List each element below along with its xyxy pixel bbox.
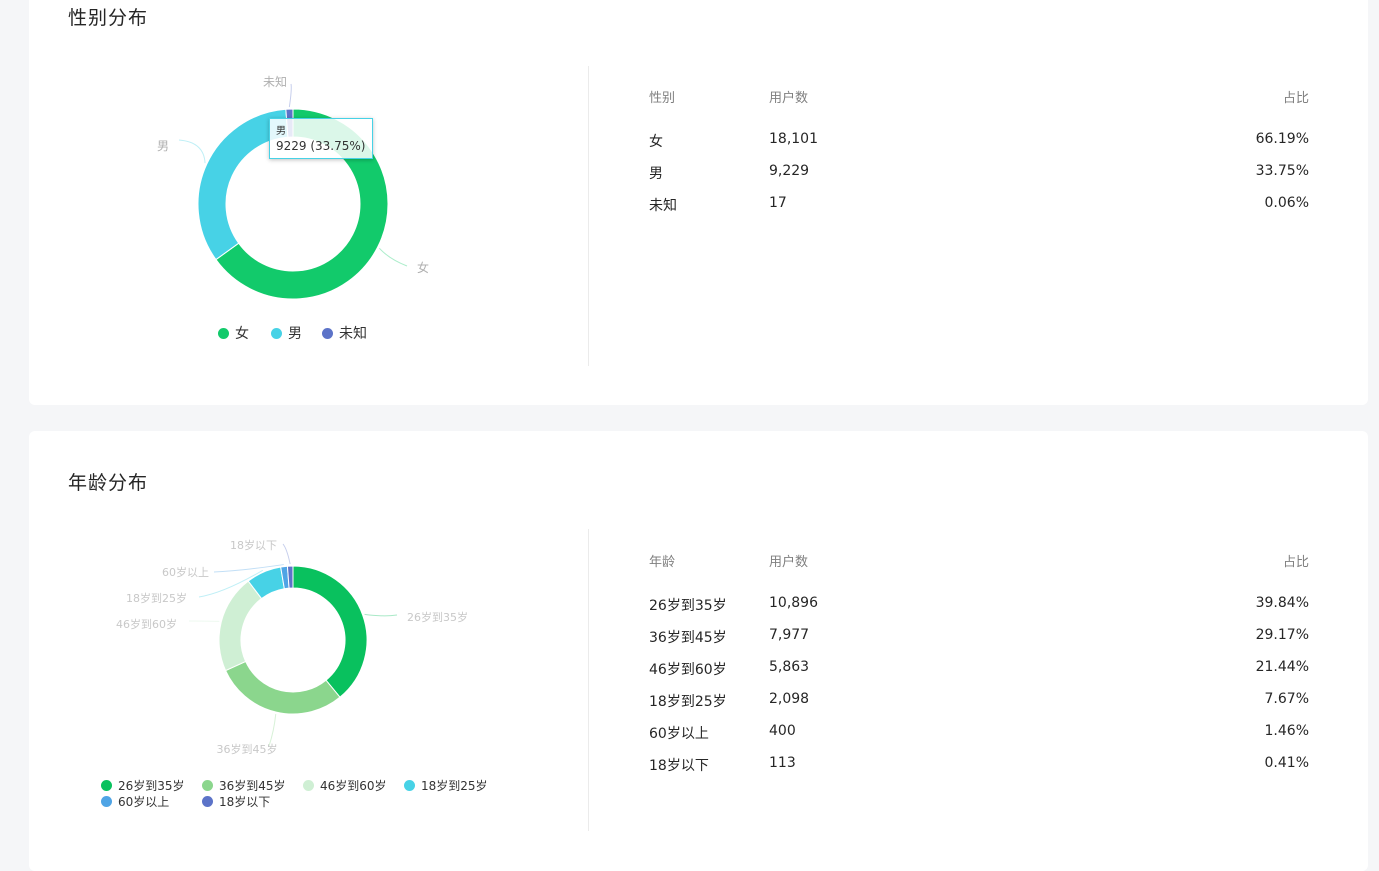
header-user-count: 用户数 (769, 551, 808, 570)
row-pct: 39.84% (1256, 595, 1309, 611)
row-count: 2,098 (769, 691, 809, 707)
legend-label: 18岁到25岁 (421, 779, 488, 793)
header-gender: 性别 (649, 87, 675, 106)
label-leader-line (365, 614, 397, 615)
slice-label: 未知 (263, 75, 287, 89)
header-ratio: 占比 (1283, 87, 1309, 106)
row-count: 400 (769, 723, 796, 739)
legend-item[interactable]: 60岁以上 (101, 793, 169, 810)
table-row: 女 18,101 66.19% (649, 131, 1309, 163)
chart-tooltip: 男 9229 (33.75%) (269, 118, 373, 159)
table-row: 36岁到45岁 7,977 29.17% (649, 627, 1309, 659)
slice-label: 男 (157, 139, 169, 153)
row-pct: 33.75% (1256, 163, 1309, 179)
table-row: 26岁到35岁 10,896 39.84% (649, 595, 1309, 627)
row-count: 17 (769, 195, 787, 211)
row-count: 18,101 (769, 131, 818, 147)
legend-item[interactable]: 18岁到25岁 (404, 777, 488, 794)
legend-dot-icon (202, 780, 213, 791)
legend-dot-icon (202, 796, 213, 807)
legend-item[interactable]: 36岁到45岁 (202, 777, 286, 794)
legend-dot-icon (218, 328, 229, 339)
legend-item[interactable]: 26岁到35岁 (101, 777, 185, 794)
slice-label: 18岁以下 (230, 538, 277, 552)
row-label: 18岁以下 (649, 755, 709, 775)
legend-label: 26岁到35岁 (118, 779, 185, 793)
legend-label: 36岁到45岁 (219, 779, 286, 793)
donut-slice-2[interactable] (219, 581, 262, 670)
table-row: 46岁到60岁 5,863 21.44% (649, 659, 1309, 691)
row-pct: 0.06% (1265, 195, 1309, 211)
table-row: 60岁以上 400 1.46% (649, 723, 1309, 755)
legend-label: 未知 (339, 326, 367, 342)
legend-label: 男 (288, 326, 302, 342)
row-count: 7,977 (769, 627, 809, 643)
row-pct: 0.41% (1265, 755, 1309, 771)
row-count: 10,896 (769, 595, 818, 611)
label-leader-line (179, 140, 205, 163)
tooltip-name: 男 (276, 124, 365, 139)
row-label: 36岁到45岁 (649, 627, 727, 647)
row-count: 113 (769, 755, 796, 771)
row-label: 女 (649, 131, 663, 151)
row-pct: 66.19% (1256, 131, 1309, 147)
row-label: 未知 (649, 195, 677, 215)
legend-item[interactable]: 男 (271, 323, 302, 343)
legend-item[interactable]: 未知 (322, 323, 367, 343)
legend-label: 女 (235, 326, 249, 342)
slice-label: 46岁到60岁 (116, 617, 177, 631)
label-leader-line (289, 84, 291, 107)
row-pct: 29.17% (1256, 627, 1309, 643)
slice-label: 18岁到25岁 (126, 591, 187, 605)
tooltip-value: 9229 (33.75%) (276, 139, 365, 154)
header-user-count: 用户数 (769, 87, 808, 106)
donut-slice-1[interactable] (226, 661, 340, 714)
legend-item[interactable]: 46岁到60岁 (303, 777, 387, 794)
row-label: 男 (649, 163, 663, 183)
legend-dot-icon (101, 796, 112, 807)
gender-donut-chart: 女男未知 (29, 0, 589, 405)
row-label: 60岁以上 (649, 723, 709, 743)
legend-dot-icon (322, 328, 333, 339)
legend-label: 18岁以下 (219, 795, 270, 809)
legend-label: 46岁到60岁 (320, 779, 387, 793)
legend-label: 60岁以上 (118, 795, 169, 809)
legend-dot-icon (303, 780, 314, 791)
label-leader-line (379, 248, 407, 266)
table-row: 未知 17 0.06% (649, 195, 1309, 227)
label-leader-line (269, 714, 276, 746)
slice-label: 60岁以上 (162, 565, 209, 579)
slice-label: 女 (417, 260, 429, 275)
row-pct: 21.44% (1256, 659, 1309, 675)
gender-table-header: 性别 用户数 占比 (649, 87, 1309, 131)
row-pct: 7.67% (1265, 691, 1309, 707)
row-label: 26岁到35岁 (649, 595, 727, 615)
row-label: 46岁到60岁 (649, 659, 727, 679)
age-table: 年龄 用户数 占比 26岁到35岁 10,896 39.84% 36岁到45岁 … (649, 551, 1309, 787)
table-row: 18岁到25岁 2,098 7.67% (649, 691, 1309, 723)
header-ratio: 占比 (1283, 551, 1309, 570)
age-table-header: 年龄 用户数 占比 (649, 551, 1309, 595)
label-leader-line (283, 544, 290, 564)
row-count: 5,863 (769, 659, 809, 675)
table-row: 18岁以下 113 0.41% (649, 755, 1309, 787)
gender-card: 性别分布 女男未知 男 9229 (33.75%) 女男未知 性别 用户数 占比… (29, 0, 1368, 405)
legend-dot-icon (101, 780, 112, 791)
row-pct: 1.46% (1265, 723, 1309, 739)
legend-item[interactable]: 18岁以下 (202, 793, 270, 810)
slice-label: 36岁到45岁 (217, 742, 278, 756)
slice-label: 26岁到35岁 (407, 610, 468, 624)
row-count: 9,229 (769, 163, 809, 179)
legend-dot-icon (271, 328, 282, 339)
donut-slice-0[interactable] (293, 566, 367, 697)
gender-table: 性别 用户数 占比 女 18,101 66.19% 男 9,229 33.75%… (649, 87, 1309, 227)
age-card: 年龄分布 26岁到35岁36岁到45岁46岁到60岁18岁到25岁60岁以上18… (29, 431, 1368, 871)
table-row: 男 9,229 33.75% (649, 163, 1309, 195)
header-age: 年龄 (649, 551, 675, 570)
row-label: 18岁到25岁 (649, 691, 727, 711)
legend-item[interactable]: 女 (218, 323, 249, 343)
legend-dot-icon (404, 780, 415, 791)
